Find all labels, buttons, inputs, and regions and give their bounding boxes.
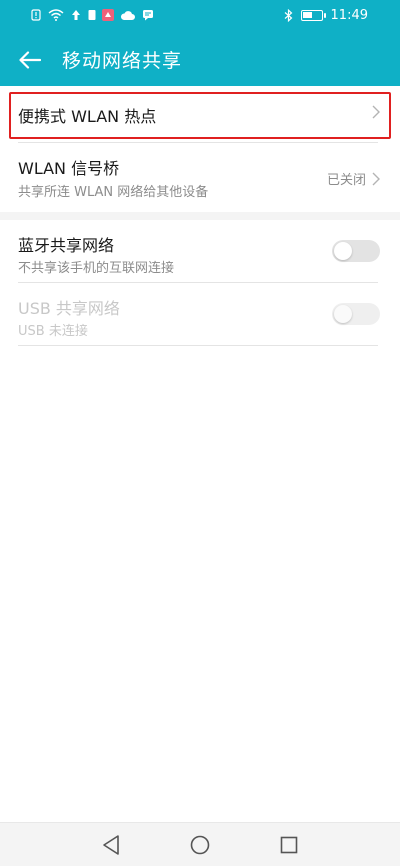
back-arrow-icon <box>19 51 41 69</box>
status-left-icons <box>30 9 154 21</box>
battery-fill <box>302 12 312 18</box>
back-button[interactable] <box>12 42 48 78</box>
bluetooth-tethering-toggle[interactable] <box>332 240 380 262</box>
header: 11:49 移动网络共享 <box>0 0 400 86</box>
nav-back-button[interactable] <box>99 833 123 857</box>
notification-icon <box>88 10 96 20</box>
tethering-card-bottom: 蓝牙共享网络 不共享该手机的互联网连接 USB 共享网络 USB 未连接 <box>0 220 400 822</box>
bluetooth-tethering-title: 蓝牙共享网络 <box>18 236 115 255</box>
sim-alert-icon <box>31 9 41 21</box>
circle-home-icon <box>190 835 210 855</box>
triangle-back-icon <box>103 835 119 855</box>
wlan-bridge-right: 已关闭 <box>327 169 380 188</box>
square-recent-icon <box>280 836 298 854</box>
status-time: 11:49 <box>330 8 368 23</box>
app-notification-icon <box>102 9 114 21</box>
bluetooth-tethering-subtitle: 不共享该手机的互联网连接 <box>18 261 175 276</box>
toggle-knob <box>334 305 352 323</box>
portable-hotspot-row[interactable]: 便携式 WLAN 热点 <box>0 86 400 142</box>
bluetooth-icon <box>284 9 292 22</box>
bluetooth-tethering-row[interactable]: 蓝牙共享网络 不共享该手机的互联网连接 <box>0 220 400 282</box>
wifi-icon <box>48 9 64 21</box>
navigation-bar <box>0 822 400 866</box>
wlan-bridge-status: 已关闭 <box>326 173 366 188</box>
divider <box>18 345 378 346</box>
message-icon <box>143 10 153 21</box>
chevron-right-icon <box>372 105 380 119</box>
wlan-bridge-row[interactable]: WLAN 信号桥 共享所连 WLAN 网络给其他设备 已关闭 <box>0 143 400 212</box>
portable-hotspot-title: 便携式 WLAN 热点 <box>18 107 157 126</box>
wlan-bridge-subtitle: 共享所连 WLAN 网络给其他设备 <box>18 185 209 200</box>
app-bar: 移动网络共享 <box>0 32 400 86</box>
chevron-right-icon <box>372 172 380 185</box>
wlan-bridge-title: WLAN 信号桥 <box>18 159 120 178</box>
usb-tethering-row: USB 共享网络 USB 未连接 <box>0 283 400 345</box>
page-title: 移动网络共享 <box>62 50 183 72</box>
portable-hotspot-right <box>372 105 380 119</box>
cloud-icon <box>120 11 135 20</box>
usb-tethering-title: USB 共享网络 <box>18 299 120 318</box>
screen: 11:49 移动网络共享 便携式 WLAN 热点 WLAN 信号桥 共享所连 W… <box>0 0 400 866</box>
battery-icon <box>300 10 326 21</box>
toggle-knob <box>334 242 352 260</box>
nav-home-button[interactable] <box>188 833 212 857</box>
status-right: 11:49 <box>284 8 368 23</box>
nav-recent-button[interactable] <box>277 833 301 857</box>
status-bar: 11:49 <box>0 0 400 32</box>
upload-icon <box>72 10 80 20</box>
tethering-card-top: 便携式 WLAN 热点 WLAN 信号桥 共享所连 WLAN 网络给其他设备 已… <box>0 86 400 212</box>
usb-tethering-subtitle: USB 未连接 <box>18 324 88 339</box>
usb-tethering-toggle <box>332 303 380 325</box>
